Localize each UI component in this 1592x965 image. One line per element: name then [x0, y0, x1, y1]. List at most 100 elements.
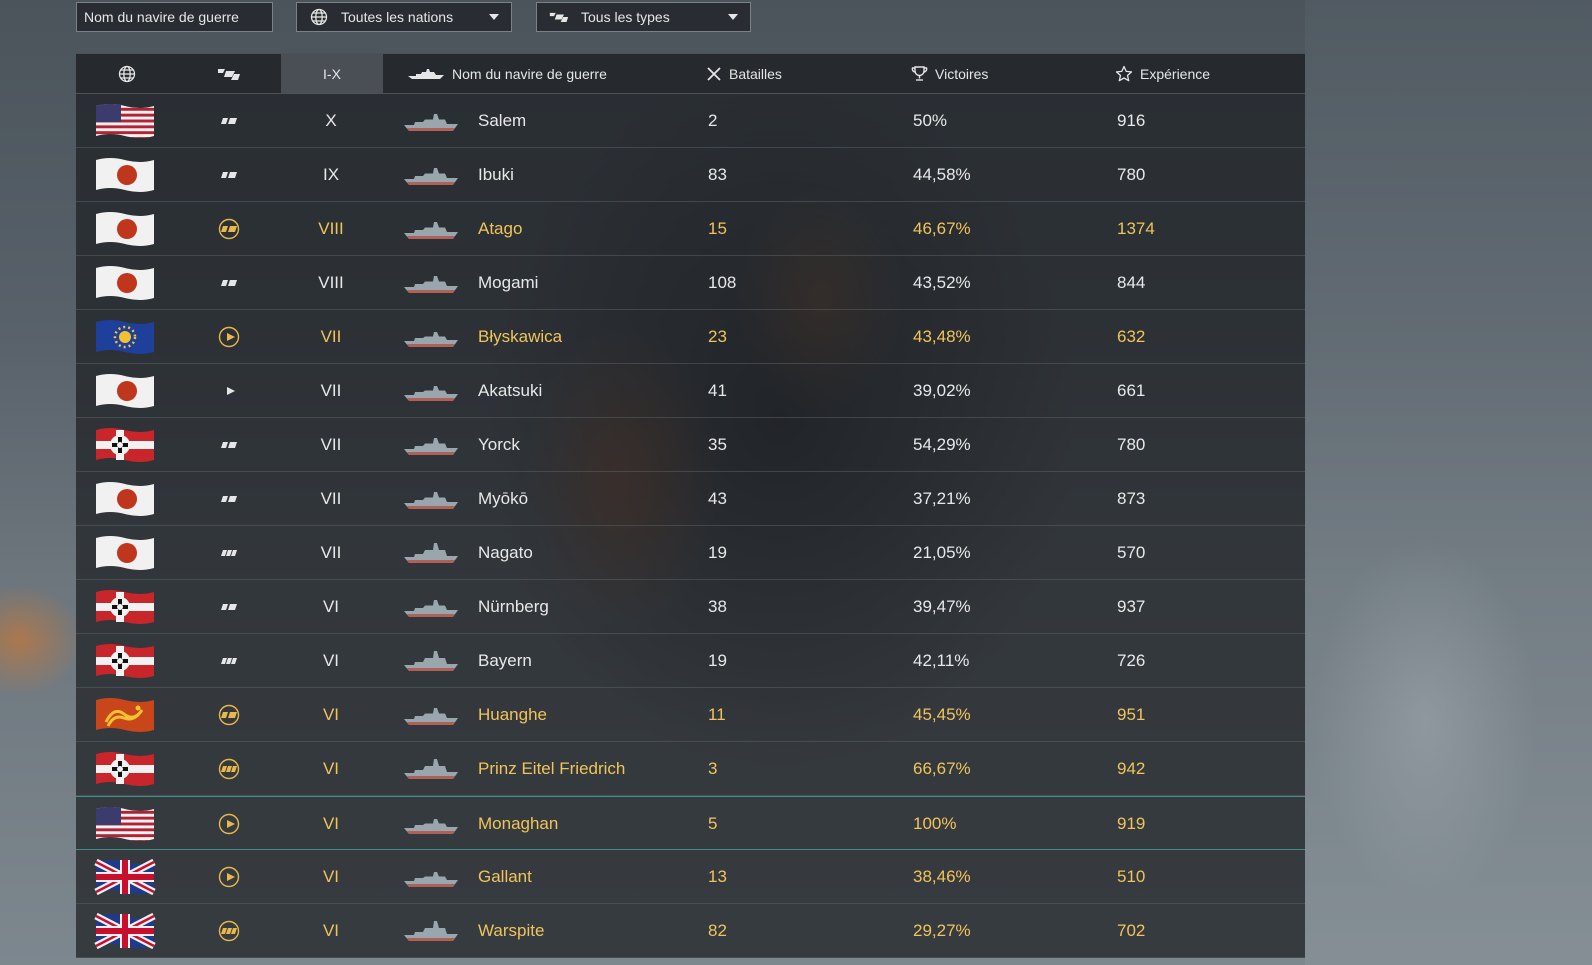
ship-silhouette-icon [402, 472, 460, 525]
ship-tier: VII [320, 380, 342, 400]
sort-by-battles[interactable]: Batailles [706, 54, 782, 93]
destroyer-class-icon [216, 850, 242, 903]
sort-by-name[interactable]: Nom du navire de guerre [408, 54, 607, 93]
ship-tier: VII [320, 326, 342, 346]
ship-name: Atago [478, 218, 523, 238]
sort-by-wins[interactable]: Victoires [911, 54, 988, 93]
average-experience: 726 [1117, 650, 1146, 670]
average-experience: 916 [1117, 110, 1146, 130]
ship-type-icon [549, 7, 569, 27]
cruiser-class-icon [216, 688, 242, 741]
ship-silhouette-icon [402, 148, 460, 201]
globe-icon [309, 7, 329, 27]
cruiser-class-icon [216, 148, 242, 201]
table-row[interactable]: VII Błyskawica 23 43,48% 632 [76, 310, 1305, 364]
table-header: I-X Nom du navire de guerre Batailles Vi… [76, 53, 1305, 94]
ship-type-icon [216, 66, 242, 82]
cruiser-class-icon [216, 202, 242, 255]
table-row[interactable]: VI Gallant 13 38,46% 510 [76, 850, 1305, 904]
nation-flag-uk [92, 850, 158, 903]
average-experience: 780 [1117, 434, 1146, 454]
table-row[interactable]: VI Warspite 82 29,27% 702 [76, 904, 1305, 958]
battles-count: 3 [708, 758, 718, 778]
type-select-value: Tous les types [581, 9, 670, 25]
average-experience: 844 [1117, 272, 1146, 292]
ship-silhouette-icon [402, 742, 460, 795]
table-row[interactable]: IX Ibuki 83 44,58% 780 [76, 148, 1305, 202]
ship-silhouette-icon [408, 68, 444, 80]
table-row[interactable]: X Salem 2 50% 916 [76, 94, 1305, 148]
table-row[interactable]: VII Yorck 35 54,29% 780 [76, 418, 1305, 472]
sort-by-tier[interactable]: I-X [281, 54, 383, 93]
ships-table: I-X Nom du navire de guerre Batailles Vi… [76, 53, 1305, 958]
nation-flag-usa [92, 797, 158, 850]
win-rate: 43,52% [913, 272, 971, 292]
win-rate: 66,67% [913, 758, 971, 778]
nation-flag-usa [92, 94, 158, 147]
ship-tier: VI [322, 920, 340, 940]
table-row[interactable]: VI Nürnberg 38 39,47% 937 [76, 580, 1305, 634]
ship-name: Akatsuki [478, 380, 543, 400]
battleship-class-icon [216, 742, 242, 795]
ship-name-search[interactable] [76, 2, 273, 32]
average-experience: 510 [1117, 866, 1146, 886]
battles-header-label: Batailles [729, 65, 782, 82]
nation-flag-japan [92, 256, 158, 309]
win-rate: 45,45% [913, 704, 971, 724]
win-rate: 29,27% [913, 920, 971, 940]
cruiser-class-icon [216, 94, 242, 147]
sort-by-nation[interactable] [116, 54, 138, 93]
sort-by-experience[interactable]: Expérience [1115, 54, 1210, 93]
table-row[interactable]: VII Akatsuki 41 39,02% 661 [76, 364, 1305, 418]
nation-flag-japan [92, 472, 158, 525]
ship-name: Mogami [478, 272, 539, 292]
ship-name: Ibuki [478, 164, 514, 184]
nation-select[interactable]: Toutes les nations [296, 2, 512, 32]
battles-count: 13 [708, 866, 727, 886]
ship-silhouette-icon [402, 418, 460, 471]
ship-name-search-input[interactable] [84, 9, 272, 25]
ship-silhouette-icon [402, 310, 460, 363]
type-select[interactable]: Tous les types [536, 2, 751, 32]
win-rate: 42,11% [913, 650, 970, 670]
nation-flag-germany [92, 580, 158, 633]
ship-tier: X [325, 110, 337, 130]
win-rate: 100% [913, 813, 957, 833]
win-rate: 50% [913, 110, 948, 130]
table-row[interactable]: VI Bayern 19 42,11% 726 [76, 634, 1305, 688]
table-row[interactable]: VI Prinz Eitel Friedrich 3 66,67% 942 [76, 742, 1305, 796]
win-rate: 54,29% [913, 434, 971, 454]
ship-silhouette-icon [402, 526, 460, 579]
table-row[interactable]: VIII Mogami 108 43,52% 844 [76, 256, 1305, 310]
nation-flag-pan-europe [92, 310, 158, 363]
ship-name: Warspite [478, 920, 545, 940]
win-rate: 37,21% [913, 488, 971, 508]
average-experience: 951 [1117, 704, 1146, 724]
cruiser-class-icon [216, 580, 242, 633]
ship-silhouette-icon [402, 904, 460, 957]
battles-count: 83 [708, 164, 727, 184]
average-experience: 942 [1117, 758, 1146, 778]
table-row[interactable]: VIII Atago 15 46,67% 1374 [76, 202, 1305, 256]
ship-tier: VI [322, 704, 340, 724]
ship-tier: VI [322, 813, 340, 833]
table-row[interactable]: VI Huanghe 11 45,45% 951 [76, 688, 1305, 742]
sort-by-type[interactable] [214, 54, 244, 93]
table-row[interactable]: VI Monaghan 5 100% 919 [76, 796, 1305, 850]
chevron-down-icon [489, 14, 499, 20]
nation-flag-japan [92, 364, 158, 417]
trophy-icon [911, 65, 928, 82]
average-experience: 702 [1117, 920, 1146, 940]
battles-count: 108 [708, 272, 737, 292]
battles-count: 11 [708, 704, 726, 724]
table-row[interactable]: VII Nagato 19 21,05% 570 [76, 526, 1305, 580]
ship-name: Prinz Eitel Friedrich [478, 758, 626, 778]
destroyer-class-icon [216, 364, 242, 417]
battleship-class-icon [216, 526, 242, 579]
destroyer-class-icon [216, 310, 242, 363]
table-row[interactable]: VII Myōkō 43 37,21% 873 [76, 472, 1305, 526]
ship-tier: IX [322, 164, 340, 184]
chevron-down-icon [728, 14, 738, 20]
average-experience: 570 [1117, 542, 1146, 562]
average-experience: 780 [1117, 164, 1146, 184]
